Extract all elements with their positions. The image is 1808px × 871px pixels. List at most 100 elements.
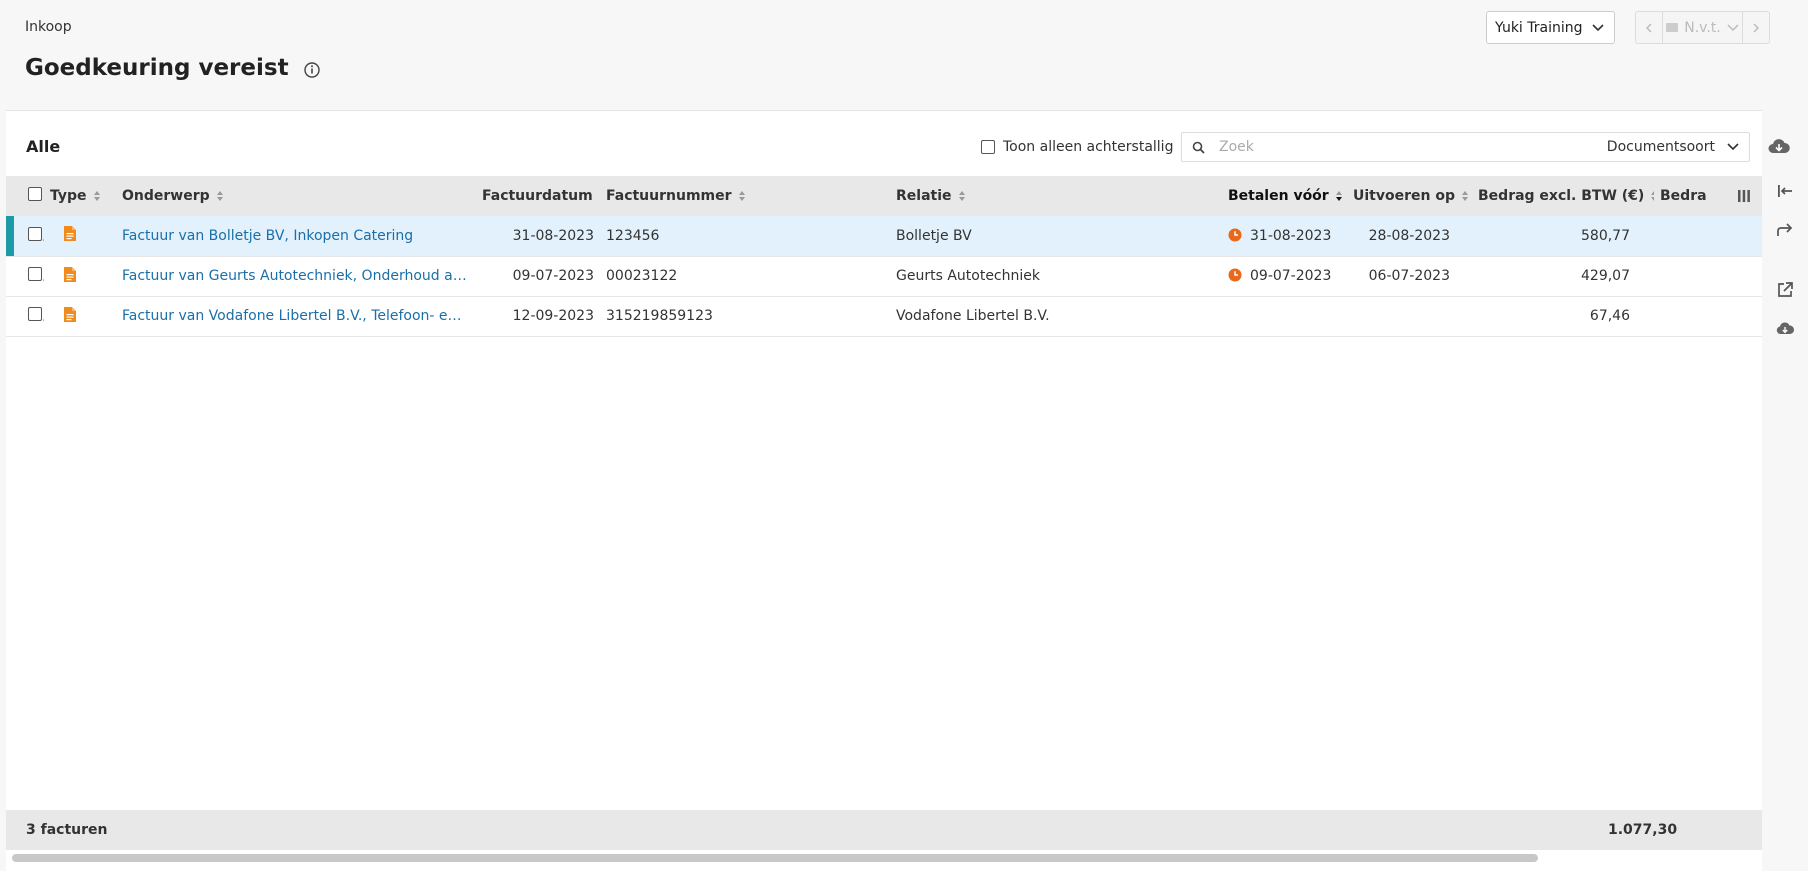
row-amount: 429,07	[1581, 268, 1630, 284]
column-amount-excl[interactable]: Bedrag excl. BTW (€)	[1472, 176, 1654, 216]
row-invoice-date: 09-07-2023	[512, 268, 594, 284]
amount-total: 1.077,30	[1608, 822, 1678, 838]
document-icon[interactable]	[64, 266, 76, 282]
row-invoice-date: 12-09-2023	[512, 308, 594, 324]
column-pay-before[interactable]: Betalen vóór	[1222, 176, 1347, 216]
document-icon[interactable]	[64, 306, 76, 322]
column-type-label: Type	[50, 188, 87, 204]
column-subject[interactable]: Onderwerp	[116, 176, 476, 216]
row-checkbox[interactable]	[28, 307, 42, 321]
invoice-table-wrap: Type Onderwerp Factuurdatum Factuurnumme…	[6, 176, 1762, 762]
administration-select[interactable]: Yuki Training	[1486, 11, 1615, 44]
row-subject-link[interactable]: Factuur van Vodafone Libertel B.V., Tele…	[116, 296, 476, 336]
pager-select[interactable]: N.v.t.	[1663, 20, 1742, 36]
row-relation: Vodafone Libertel B.V.	[896, 308, 1050, 324]
page-title-wrap: Goedkeuring vereist	[25, 55, 321, 81]
sort-desc-icon	[1335, 191, 1342, 201]
pager-next-button[interactable]	[1742, 12, 1769, 43]
row-subject-link[interactable]: Factuur van Geurts Autotechniek, Onderho…	[116, 256, 476, 296]
pager-prev-button[interactable]	[1636, 12, 1663, 43]
row-amount-incl	[1654, 256, 1762, 296]
invoice-count: 3 facturen	[26, 822, 108, 838]
row-amount-incl	[1654, 296, 1762, 336]
row-invoice-number: 00023122	[606, 268, 678, 284]
row-pay-before: 31-08-2023	[1222, 216, 1347, 256]
horizontal-scrollbar[interactable]	[12, 854, 1538, 862]
sort-icon	[599, 194, 600, 198]
sort-icon	[958, 191, 965, 201]
open-external-icon[interactable]	[1776, 281, 1794, 299]
row-pay-before: 09-07-2023	[1222, 256, 1347, 296]
row-execute-on	[1347, 296, 1472, 336]
chevron-down-icon	[1727, 23, 1739, 31]
column-amount-incl[interactable]: Bedra	[1654, 176, 1762, 216]
list-title: Alle	[26, 137, 61, 156]
sort-icon	[1461, 191, 1468, 201]
chevron-right-icon	[1753, 22, 1759, 33]
row-invoice-number: 315219859123	[606, 308, 713, 324]
flag-icon	[1666, 23, 1679, 32]
invoice-list-panel: Alle Toon alleen achterstallig Zoek Docu…	[6, 110, 1790, 871]
column-invoice-number[interactable]: Factuurnummer	[600, 176, 890, 216]
collapse-panel-icon[interactable]	[1776, 182, 1794, 200]
table-row[interactable]: Factuur van Geurts Autotechniek, Onderho…	[6, 256, 1762, 296]
cloud-download-icon[interactable]	[1768, 138, 1790, 158]
row-execute-on: 06-07-2023	[1368, 268, 1450, 284]
document-type-select[interactable]: Documentsoort	[1607, 139, 1739, 155]
row-invoice-date: 31-08-2023	[512, 227, 594, 244]
search-icon	[1192, 141, 1205, 154]
chevron-left-icon	[1646, 22, 1652, 33]
table-header-row: Type Onderwerp Factuurdatum Factuurnumme…	[6, 176, 1762, 216]
pager-label: N.v.t.	[1684, 19, 1721, 36]
document-pager: N.v.t.	[1635, 11, 1770, 44]
row-amount: 67,46	[1589, 308, 1630, 324]
column-amount-excl-label: Bedrag excl. BTW (€)	[1478, 188, 1645, 204]
table-footer: 3 facturen 1.077,30	[6, 810, 1762, 850]
column-pay-before-label: Betalen vóór	[1228, 188, 1329, 204]
table-row[interactable]: Factuur van Bolletje BV, Inkopen Caterin…	[6, 216, 1762, 256]
row-relation: Geurts Autotechniek	[896, 268, 1040, 284]
column-relation[interactable]: Relatie	[890, 176, 1222, 216]
selected-row-marker	[6, 216, 14, 256]
invoice-table: Type Onderwerp Factuurdatum Factuurnumme…	[6, 176, 1762, 337]
clock-icon	[1228, 228, 1242, 242]
row-amount: 580,77	[1581, 227, 1630, 244]
select-all-checkbox[interactable]	[28, 187, 42, 201]
column-execute-on[interactable]: Uitvoeren op	[1347, 176, 1472, 216]
column-subject-label: Onderwerp	[122, 188, 210, 204]
overdue-filter[interactable]: Toon alleen achterstallig	[981, 139, 1173, 155]
columns-icon[interactable]	[1738, 189, 1750, 203]
sort-icon	[93, 191, 100, 201]
table-row[interactable]: Factuur van Vodafone Libertel B.V., Tele…	[6, 296, 1762, 336]
chevron-down-icon	[1727, 143, 1739, 151]
search-box: Zoek Documentsoort	[1181, 132, 1750, 162]
sort-icon	[738, 191, 745, 201]
forward-icon[interactable]	[1776, 222, 1794, 240]
side-rail	[1762, 170, 1808, 871]
breadcrumb: Inkoop	[25, 19, 72, 35]
column-invoice-date-label: Factuurdatum	[482, 188, 593, 204]
row-pay-before-value: 09-07-2023	[1250, 268, 1332, 284]
row-checkbox[interactable]	[28, 226, 42, 241]
row-relation: Bolletje BV	[896, 227, 972, 244]
document-icon[interactable]	[64, 226, 76, 242]
administration-select-value: Yuki Training	[1495, 19, 1583, 36]
row-invoice-number: 123456	[606, 227, 660, 244]
column-type[interactable]: Type	[44, 176, 116, 216]
column-invoice-date[interactable]: Factuurdatum	[476, 176, 600, 216]
row-checkbox[interactable]	[28, 267, 42, 281]
row-subject-link[interactable]: Factuur van Bolletje BV, Inkopen Caterin…	[116, 216, 476, 256]
column-relation-label: Relatie	[896, 188, 952, 204]
cloud-download-icon[interactable]	[1776, 320, 1794, 338]
chevron-down-icon	[1592, 23, 1604, 31]
overdue-filter-label: Toon alleen achterstallig	[1003, 139, 1174, 155]
row-execute-on: 28-08-2023	[1368, 227, 1450, 244]
info-icon[interactable]	[303, 59, 321, 78]
overdue-checkbox[interactable]	[981, 140, 995, 154]
row-amount-incl	[1654, 216, 1762, 256]
sort-icon	[216, 191, 223, 201]
column-invoice-number-label: Factuurnummer	[606, 188, 732, 204]
search-input[interactable]: Zoek	[1219, 139, 1607, 155]
row-pay-before	[1222, 296, 1347, 336]
document-type-label: Documentsoort	[1606, 139, 1715, 155]
